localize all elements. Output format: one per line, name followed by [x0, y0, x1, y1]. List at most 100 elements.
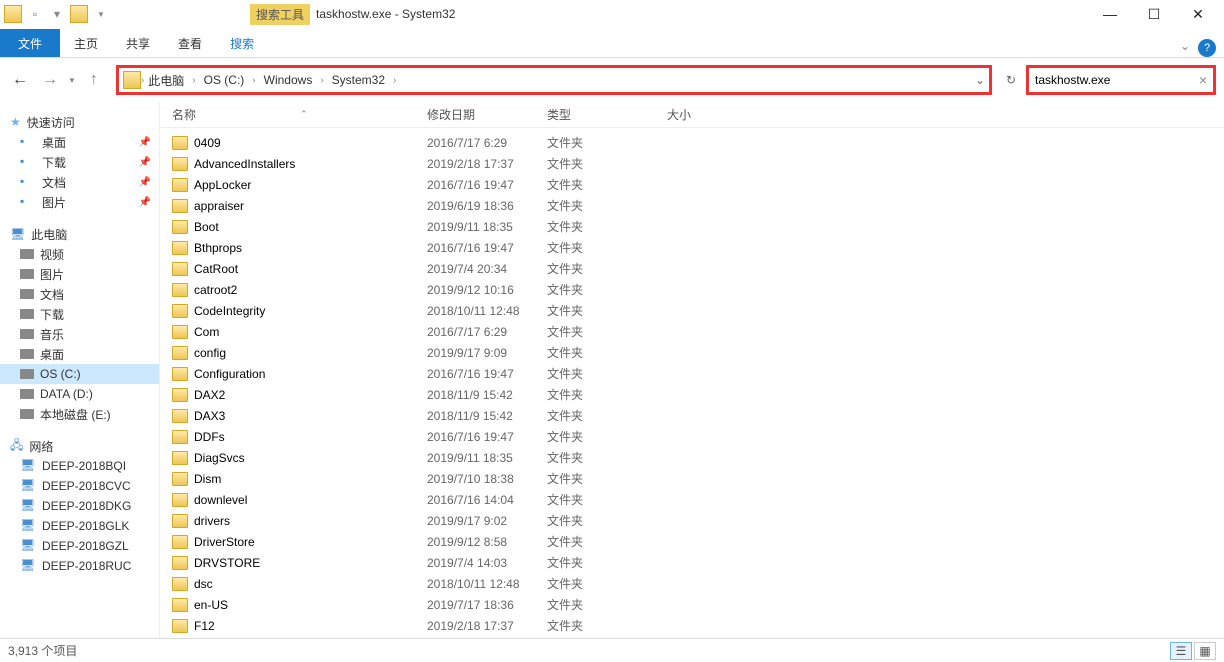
breadcrumb-sep-icon[interactable]: › — [393, 75, 396, 86]
table-row[interactable]: DriverStore2019/9/12 8:58文件夹 — [160, 531, 1224, 552]
table-row[interactable]: Bthprops2016/7/16 19:47文件夹 — [160, 237, 1224, 258]
table-row[interactable]: Dism2019/7/10 18:38文件夹 — [160, 468, 1224, 489]
table-row[interactable]: DDFs2016/7/16 19:47文件夹 — [160, 426, 1224, 447]
thumbnails-view-toggle[interactable]: ▦ — [1194, 642, 1216, 660]
sidebar-item[interactable]: ▪文档📌 — [0, 172, 159, 192]
tab-search[interactable]: 搜索 — [216, 29, 268, 57]
sidebar-item[interactable]: ▪桌面📌 — [0, 132, 159, 152]
breadcrumb-item[interactable]: System32 — [328, 71, 389, 89]
file-list[interactable]: 04092016/7/17 6:29文件夹AdvancedInstallers2… — [160, 128, 1224, 638]
breadcrumb-sep-icon[interactable]: › — [192, 75, 195, 86]
qat-properties-icon[interactable]: ▫ — [26, 5, 44, 23]
address-bar[interactable]: › 此电脑›OS (C:)›Windows›System32› ⌄ — [116, 65, 992, 95]
qat-dropdown-icon[interactable]: ▾ — [48, 5, 66, 23]
file-type: 文件夹 — [547, 155, 667, 172]
sidebar-item[interactable]: 本地磁盘 (E:) — [0, 404, 159, 424]
sidebar-item[interactable]: 🖥DEEP-2018RUC — [0, 556, 159, 576]
sidebar-item[interactable]: ▪下载📌 — [0, 152, 159, 172]
table-row[interactable]: DAX32018/11/9 15:42文件夹 — [160, 405, 1224, 426]
sidebar-item[interactable]: 🖥DEEP-2018GZL — [0, 536, 159, 556]
address-dropdown-icon[interactable]: ⌄ — [975, 73, 985, 87]
table-row[interactable]: DAX22018/11/9 15:42文件夹 — [160, 384, 1224, 405]
column-headers[interactable]: 名称⌃ 修改日期 类型 大小 — [160, 102, 1224, 128]
search-clear-icon[interactable]: × — [1199, 72, 1207, 88]
sidebar-item[interactable]: 图片 — [0, 264, 159, 284]
table-row[interactable]: dsc2018/10/11 12:48文件夹 — [160, 573, 1224, 594]
table-row[interactable]: CatRoot2019/7/4 20:34文件夹 — [160, 258, 1224, 279]
table-row[interactable]: appraiser2019/6/19 18:36文件夹 — [160, 195, 1224, 216]
navigation-pane[interactable]: ★ 快速访问 ▪桌面📌▪下载📌▪文档📌▪图片📌 🖥 此电脑 视频图片文档下载音乐… — [0, 102, 160, 638]
table-row[interactable]: downlevel2016/7/16 14:04文件夹 — [160, 489, 1224, 510]
address-folder-icon — [123, 71, 141, 89]
refresh-button[interactable]: ↻ — [1002, 73, 1020, 87]
sidebar-item[interactable]: 音乐 — [0, 324, 159, 344]
search-box[interactable]: × — [1026, 65, 1216, 95]
table-row[interactable]: config2019/9/17 9:09文件夹 — [160, 342, 1224, 363]
expand-ribbon-icon[interactable]: ⌄ — [1180, 39, 1190, 57]
qat-more-icon[interactable]: ▼ — [92, 5, 110, 23]
folder-icon — [172, 430, 188, 444]
file-date: 2018/11/9 15:42 — [427, 388, 547, 402]
tab-view[interactable]: 查看 — [164, 29, 216, 57]
column-type[interactable]: 类型 — [547, 106, 667, 123]
column-size[interactable]: 大小 — [667, 106, 747, 123]
sidebar-item[interactable]: 文档 — [0, 284, 159, 304]
sidebar-item[interactable]: ▪图片📌 — [0, 192, 159, 212]
breadcrumb-sep-icon[interactable]: › — [252, 75, 255, 86]
tab-home[interactable]: 主页 — [60, 29, 112, 57]
column-date[interactable]: 修改日期 — [427, 106, 547, 123]
close-button[interactable]: ✕ — [1176, 0, 1220, 28]
table-row[interactable]: F122019/2/18 17:37文件夹 — [160, 615, 1224, 636]
table-row[interactable]: AppLocker2016/7/16 19:47文件夹 — [160, 174, 1224, 195]
breadcrumb-item[interactable]: 此电脑 — [144, 70, 188, 91]
table-row[interactable]: CodeIntegrity2018/10/11 12:48文件夹 — [160, 300, 1224, 321]
sidebar-network[interactable]: 🖧 网络 — [0, 436, 159, 456]
help-icon[interactable]: ? — [1198, 39, 1216, 57]
sidebar-thispc[interactable]: 🖥 此电脑 — [0, 224, 159, 244]
maximize-button[interactable]: ☐ — [1132, 0, 1176, 28]
table-row[interactable]: DRVSTORE2019/7/4 14:03文件夹 — [160, 552, 1224, 573]
column-name[interactable]: 名称 — [172, 106, 196, 123]
sidebar-item[interactable]: 🖥DEEP-2018BQI — [0, 456, 159, 476]
forward-button[interactable]: → — [38, 68, 62, 92]
table-row[interactable]: 04092016/7/17 6:29文件夹 — [160, 132, 1224, 153]
history-dropdown[interactable]: ▼ — [68, 76, 76, 85]
minimize-button[interactable]: — — [1088, 0, 1132, 28]
file-tab[interactable]: 文件 — [0, 29, 60, 57]
table-row[interactable]: Com2016/7/17 6:29文件夹 — [160, 321, 1224, 342]
sidebar-item[interactable]: 🖥DEEP-2018CVC — [0, 476, 159, 496]
file-name: downlevel — [194, 493, 247, 507]
file-date: 2018/10/11 12:48 — [427, 304, 547, 318]
status-item-count: 3,913 个项目 — [8, 642, 77, 659]
details-view-toggle[interactable]: ☰ — [1170, 642, 1192, 660]
sidebar-quickaccess[interactable]: ★ 快速访问 — [0, 112, 159, 132]
back-button[interactable]: ← — [8, 68, 32, 92]
sidebar-item[interactable]: DATA (D:) — [0, 384, 159, 404]
table-row[interactable]: Boot2019/9/11 18:35文件夹 — [160, 216, 1224, 237]
table-row[interactable]: Configuration2016/7/16 19:47文件夹 — [160, 363, 1224, 384]
table-row[interactable]: en-US2019/7/17 18:36文件夹 — [160, 594, 1224, 615]
file-date: 2019/9/17 9:09 — [427, 346, 547, 360]
table-row[interactable]: AdvancedInstallers2019/2/18 17:37文件夹 — [160, 153, 1224, 174]
sidebar-item[interactable]: 🖥DEEP-2018GLK — [0, 516, 159, 536]
up-button[interactable]: ↑ — [82, 68, 106, 92]
breadcrumb-sep-icon[interactable]: › — [320, 75, 323, 86]
table-row[interactable]: drivers2019/9/17 9:02文件夹 — [160, 510, 1224, 531]
search-input[interactable] — [1035, 73, 1199, 87]
folder-icon — [172, 619, 188, 633]
breadcrumb-item[interactable]: OS (C:) — [200, 71, 249, 89]
sidebar-item-label: 桌面 — [40, 346, 64, 363]
sidebar-item[interactable]: 🖥DEEP-2018DKG — [0, 496, 159, 516]
breadcrumb-item[interactable]: Windows — [260, 71, 317, 89]
sidebar-item[interactable]: 桌面 — [0, 344, 159, 364]
sidebar-item[interactable]: 视频 — [0, 244, 159, 264]
sidebar-item[interactable]: OS (C:) — [0, 364, 159, 384]
table-row[interactable]: catroot22019/9/12 10:16文件夹 — [160, 279, 1224, 300]
file-name: AdvancedInstallers — [194, 157, 295, 171]
pin-icon: 📌 — [139, 137, 151, 148]
table-row[interactable]: DiagSvcs2019/9/11 18:35文件夹 — [160, 447, 1224, 468]
sidebar-item[interactable]: 下载 — [0, 304, 159, 324]
tab-share[interactable]: 共享 — [112, 29, 164, 57]
qat-newfolder-icon[interactable] — [70, 5, 88, 23]
file-name: drivers — [194, 514, 230, 528]
